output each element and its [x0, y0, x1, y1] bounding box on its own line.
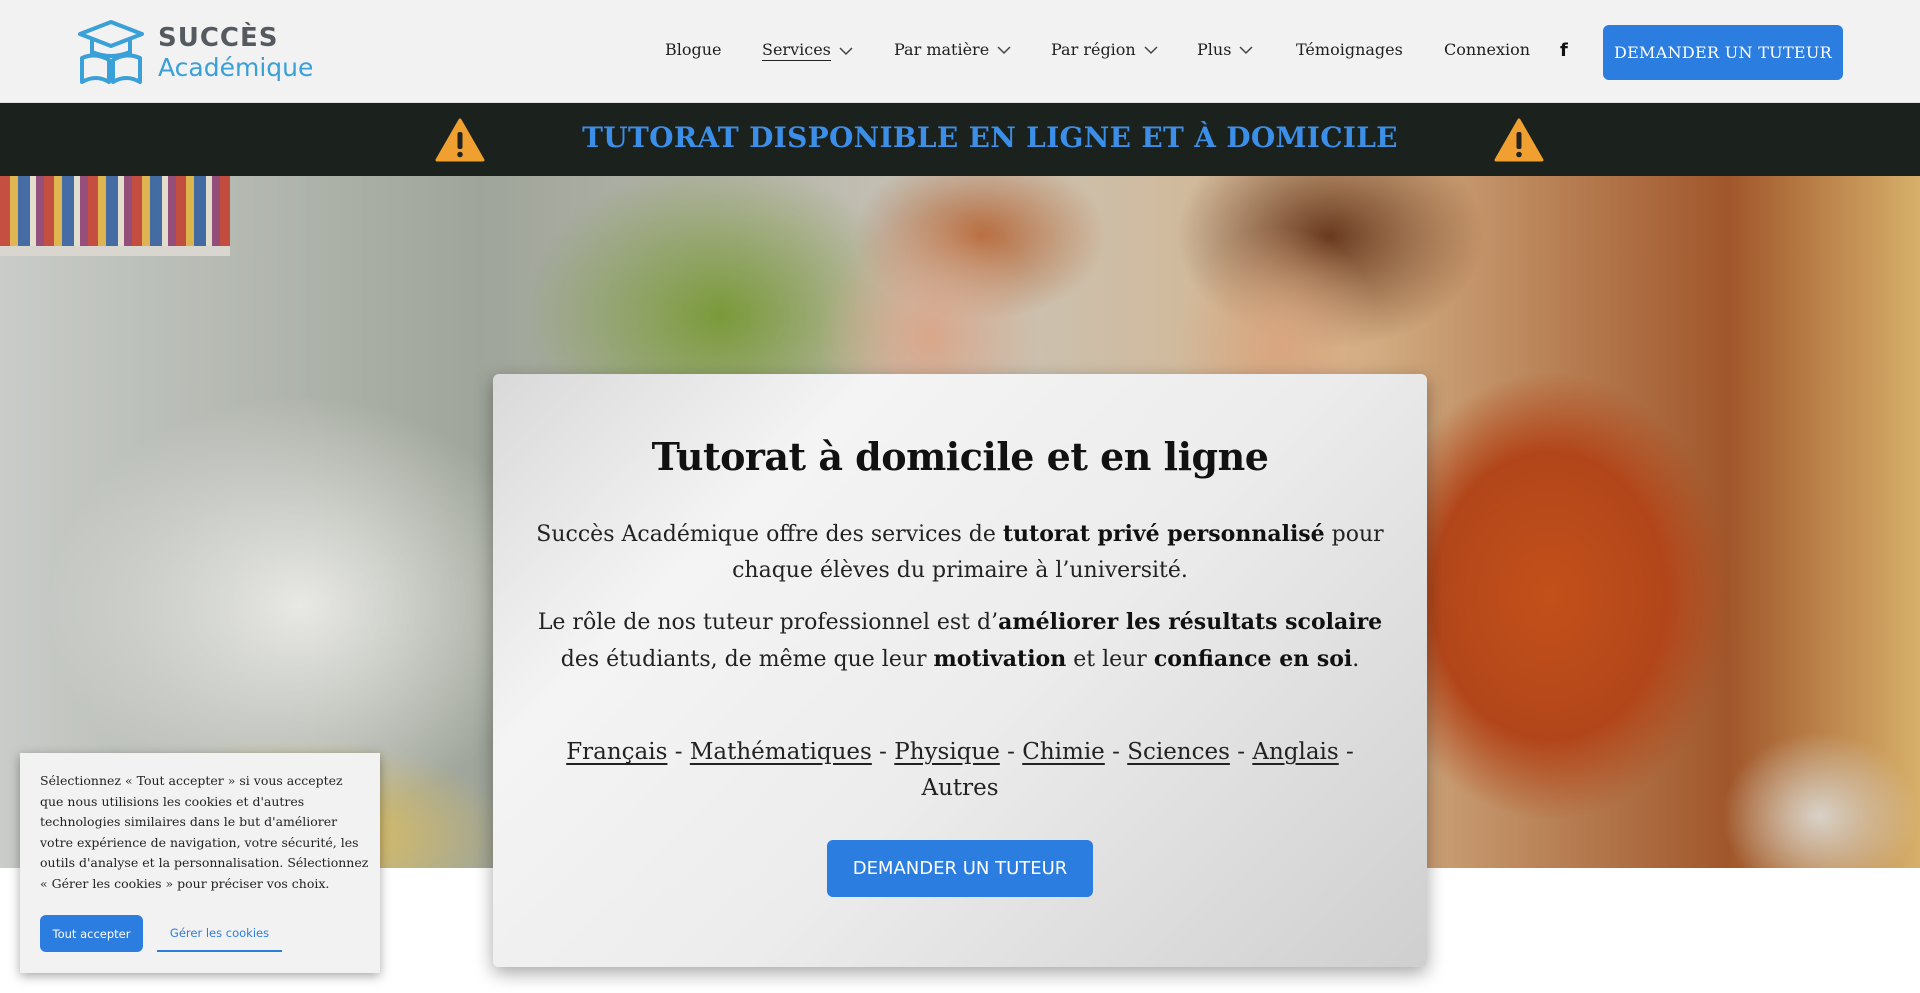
- site-logo[interactable]: SUCCÈS Académique: [76, 18, 313, 86]
- nav-item-label: Par région: [1051, 40, 1136, 59]
- separator: -: [1338, 739, 1354, 765]
- text-run: des étudiants, de même que leur: [560, 647, 934, 672]
- separator: -: [667, 739, 690, 765]
- nav-item-connexion[interactable]: Connexion: [1444, 40, 1530, 59]
- site-header: SUCCÈS Académique Blogue Services Par ma…: [0, 0, 1920, 103]
- announcement-banner: TUTORAT DISPONIBLE EN LIGNE ET À DOMICIL…: [0, 103, 1920, 176]
- nav-item-label: Services: [762, 40, 831, 61]
- separator: -: [1229, 739, 1253, 765]
- banner-text: TUTORAT DISPONIBLE EN LIGNE ET À DOMICIL…: [582, 121, 1398, 154]
- bookshelf-decoration: [0, 176, 230, 246]
- subject-link-anglais[interactable]: Anglais: [1252, 739, 1338, 765]
- text-run: et leur: [1066, 647, 1154, 672]
- nav-item-par-region[interactable]: Par région: [1051, 40, 1158, 59]
- nav-item-label: Par matière: [894, 40, 990, 59]
- logo-title: SUCCÈS: [158, 22, 279, 53]
- separator: -: [871, 739, 895, 765]
- request-tutor-card-button[interactable]: DEMANDER UN TUTEUR: [827, 840, 1093, 897]
- separator: -: [1104, 739, 1128, 765]
- nav-item-label: Connexion: [1444, 40, 1531, 59]
- role-paragraph: Le rôle de nos tuteur professionnel est …: [533, 604, 1387, 678]
- intro-paragraph: Succès Académique offre des services de …: [533, 516, 1387, 589]
- logo-subtitle: Académique: [158, 52, 314, 82]
- text-emphasis: confiance en soi: [1153, 646, 1353, 672]
- subject-link-francais[interactable]: Français: [566, 739, 667, 765]
- warning-icon: [1494, 118, 1544, 162]
- chevron-down-icon: [1239, 45, 1253, 54]
- text-emphasis: améliorer les résultats scolaire: [998, 609, 1383, 635]
- nav-item-par-matiere[interactable]: Par matière: [894, 40, 1011, 59]
- subject-links: Français - Mathématiques - Physique - Ch…: [553, 734, 1367, 806]
- request-tutor-button[interactable]: DEMANDER UN TUTEUR: [1603, 25, 1843, 80]
- chevron-down-icon: [839, 46, 853, 55]
- chevron-down-icon: [997, 45, 1011, 54]
- subject-link-sciences[interactable]: Sciences: [1127, 739, 1230, 765]
- page-title: Tutorat à domicile et en ligne: [651, 434, 1269, 479]
- separator: -: [999, 739, 1023, 765]
- subject-link-physique[interactable]: Physique: [894, 739, 1000, 765]
- text-run: .: [1352, 647, 1360, 672]
- nav-item-label: Plus: [1197, 40, 1232, 59]
- text-run: Le rôle de nos tuteur professionnel est …: [537, 610, 999, 635]
- subject-link-chimie[interactable]: Chimie: [1022, 739, 1105, 765]
- nav-item-services[interactable]: Services: [762, 40, 853, 61]
- text-run: Succès Académique offre des services de: [536, 522, 1003, 547]
- text-emphasis: motivation: [933, 646, 1067, 672]
- facebook-icon[interactable]: f: [1560, 40, 1568, 61]
- nav-item-label: Blogue: [665, 40, 722, 59]
- hero-card: Tutorat à domicile et en ligne Succès Ac…: [493, 374, 1427, 967]
- cookie-consent-panel: Sélectionnez « Tout accepter » si vous a…: [20, 753, 380, 973]
- graduation-cap-book-icon: [78, 20, 144, 84]
- subject-link-mathematiques[interactable]: Mathématiques: [690, 739, 872, 765]
- nav-item-plus[interactable]: Plus: [1197, 40, 1253, 59]
- subject-other: Autres: [921, 775, 999, 801]
- shelf-decoration: [0, 246, 230, 256]
- nav-item-label: Témoignages: [1296, 40, 1403, 59]
- manage-cookies-button[interactable]: Gérer les cookies: [157, 915, 282, 952]
- nav-item-temoignages[interactable]: Témoignages: [1296, 40, 1403, 59]
- text-emphasis: tutorat privé personnalisé: [1002, 521, 1325, 547]
- cookie-text: Sélectionnez « Tout accepter » si vous a…: [40, 773, 369, 891]
- accept-all-cookies-button[interactable]: Tout accepter: [40, 915, 143, 952]
- chevron-down-icon: [1144, 45, 1158, 54]
- nav-item-blogue[interactable]: Blogue: [665, 40, 722, 59]
